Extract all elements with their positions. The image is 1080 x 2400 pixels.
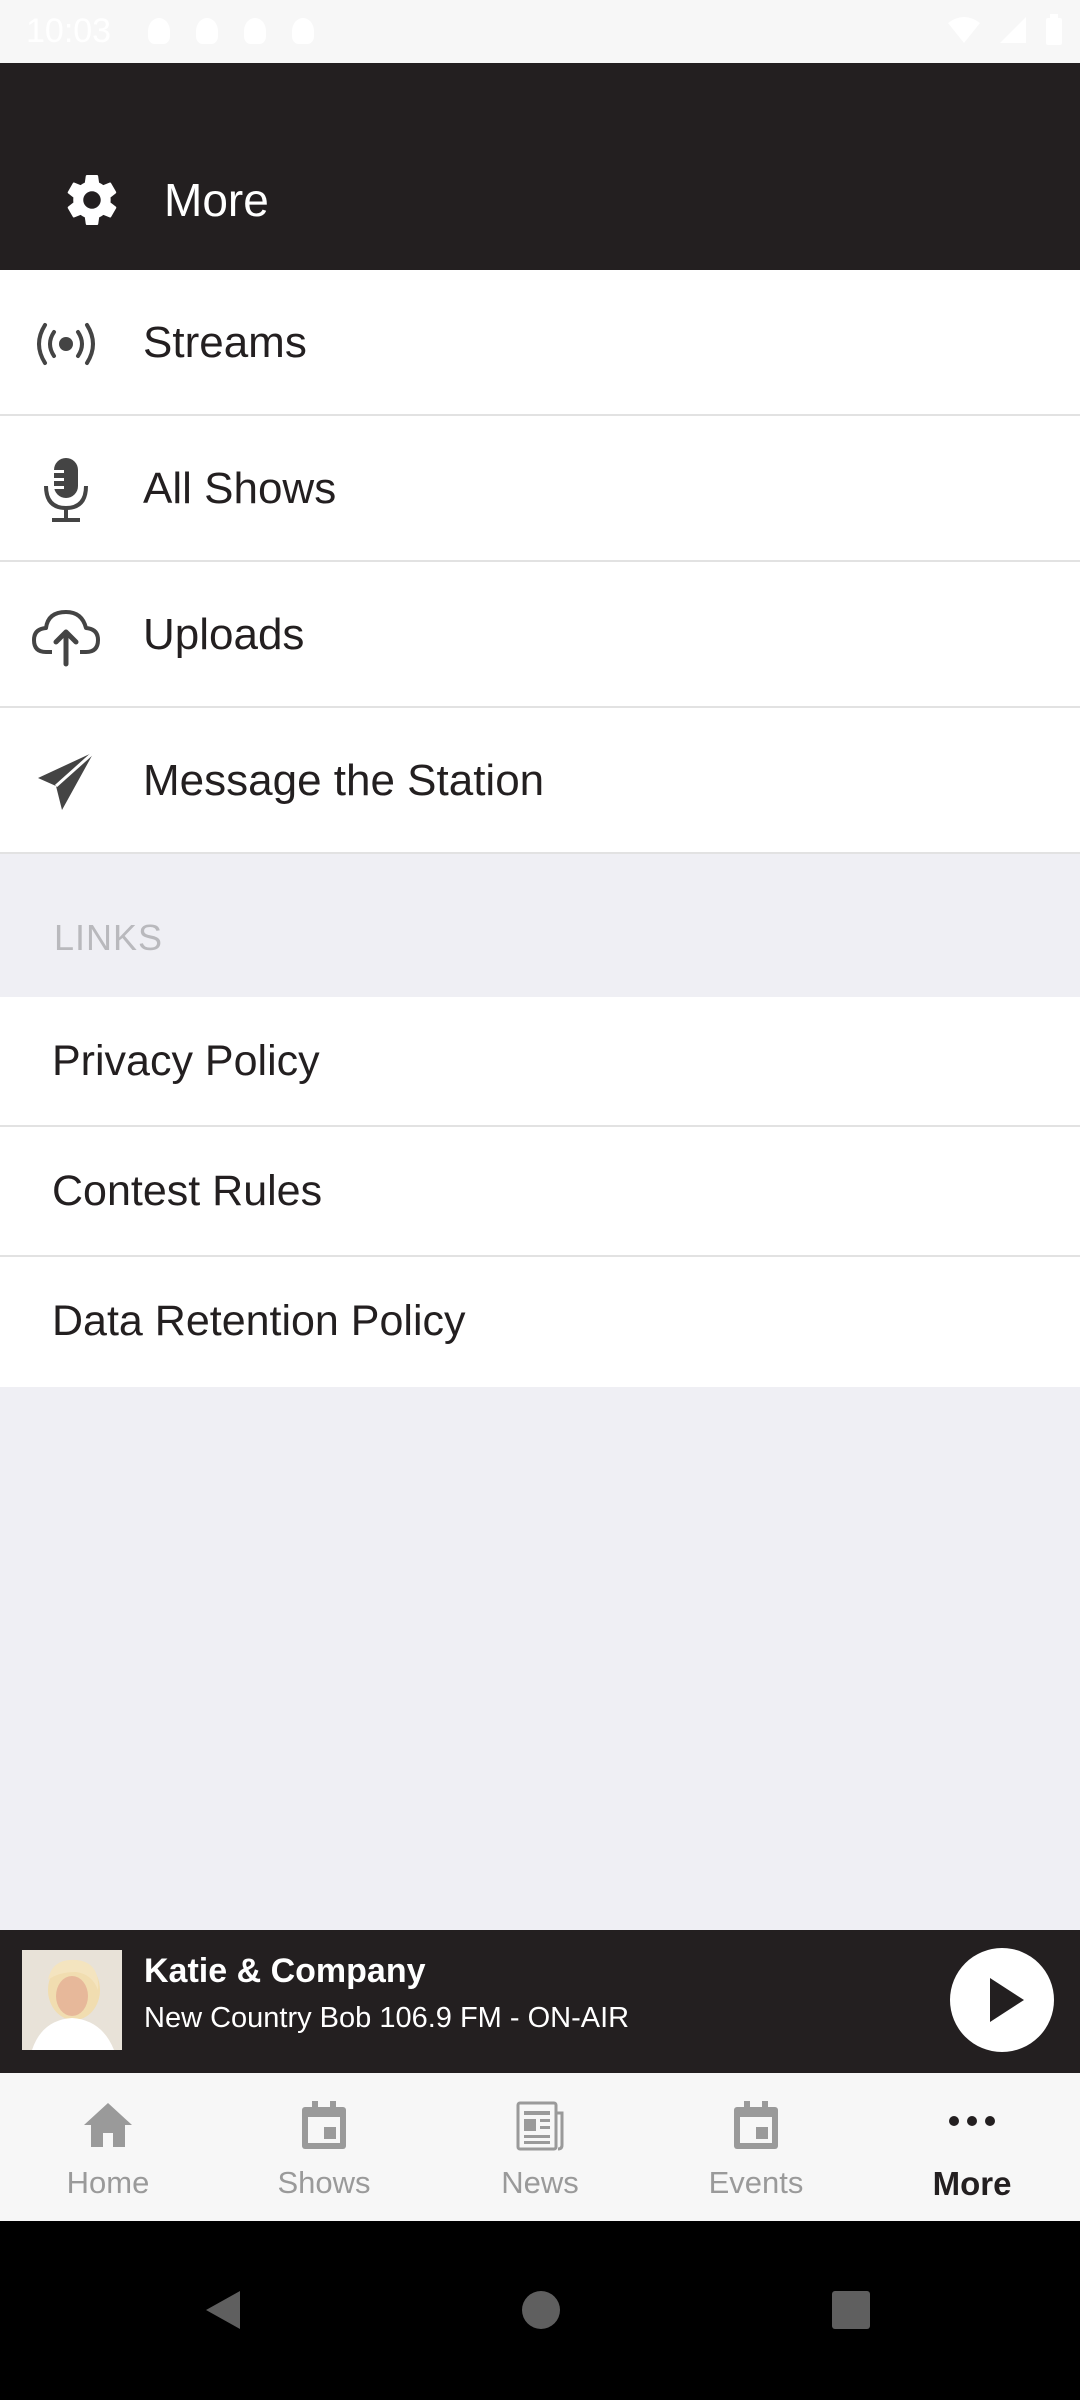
battery-icon	[1046, 14, 1062, 45]
tab-news[interactable]: News	[432, 2073, 648, 2221]
tab-shows[interactable]: Shows	[216, 2073, 432, 2221]
tab-events[interactable]: Events	[648, 2073, 864, 2221]
menu-item-label: Streams	[143, 318, 307, 367]
play-button[interactable]	[950, 1948, 1054, 2052]
back-icon[interactable]	[200, 2287, 246, 2333]
tab-label: Events	[708, 2165, 804, 2200]
links-section-header: LINKS	[0, 855, 1080, 997]
newspaper-icon	[516, 2101, 564, 2151]
link-label: Data Retention Policy	[52, 1297, 466, 1345]
notification-icon	[148, 18, 170, 44]
tab-label: More	[932, 2165, 1012, 2202]
system-status-icons	[946, 14, 1064, 46]
now-playing-title: Katie & Company	[144, 1952, 426, 1990]
link-contest-rules[interactable]: Contest Rules	[0, 1127, 1080, 1257]
menu-item-all-shows[interactable]: All Shows	[0, 416, 1080, 562]
calendar-icon	[302, 2101, 346, 2149]
status-bar: 10:03	[0, 0, 1080, 63]
home-button-icon[interactable]	[520, 2289, 562, 2331]
menu-item-streams[interactable]: Streams	[0, 270, 1080, 416]
home-icon	[84, 2103, 132, 2147]
menu-item-uploads[interactable]: Uploads	[0, 562, 1080, 708]
notification-icons	[148, 18, 314, 44]
cell-signal-icon	[1000, 17, 1026, 43]
notification-icon	[244, 18, 266, 44]
page-title: More	[164, 174, 269, 226]
menu-item-label: All Shows	[143, 464, 337, 513]
tab-label: Shows	[277, 2165, 371, 2200]
tab-label: Home	[66, 2165, 150, 2200]
recents-icon[interactable]	[830, 2289, 872, 2331]
broadcast-icon	[37, 323, 95, 365]
menu-item-message-station[interactable]: Message the Station	[0, 708, 1080, 854]
now-playing-station: New Country Bob 106.9 FM - ON-AIR	[144, 2002, 630, 2034]
menu-item-label: Message the Station	[143, 756, 545, 805]
link-data-retention-policy[interactable]: Data Retention Policy	[0, 1257, 1080, 1387]
paper-plane-icon	[38, 750, 96, 810]
menu-item-label: Uploads	[143, 610, 305, 659]
cloud-upload-icon	[32, 610, 100, 667]
play-icon	[990, 1978, 1024, 2022]
show-thumbnail	[22, 1950, 122, 2050]
tab-more[interactable]: More	[864, 2073, 1080, 2221]
wifi-icon	[948, 17, 980, 43]
app-header: More	[0, 63, 1080, 270]
link-privacy-policy[interactable]: Privacy Policy	[0, 997, 1080, 1127]
calendar-icon	[734, 2101, 778, 2149]
notification-icon	[292, 18, 314, 44]
notification-icon	[196, 18, 218, 44]
section-title: LINKS	[54, 917, 164, 958]
mini-player[interactable]: Katie & Company New Country Bob 106.9 FM…	[0, 1930, 1080, 2073]
more-dots-icon	[949, 2116, 995, 2126]
gear-icon	[67, 175, 117, 226]
tab-home[interactable]: Home	[0, 2073, 216, 2221]
link-label: Privacy Policy	[52, 1037, 320, 1085]
link-label: Contest Rules	[52, 1167, 323, 1215]
tab-label: News	[501, 2165, 579, 2200]
system-navigation-bar	[0, 2221, 1080, 2400]
microphone-icon	[44, 458, 88, 522]
bottom-tab-bar: Home Shows News Events More	[0, 2073, 1080, 2221]
status-time: 10:03	[26, 12, 112, 50]
